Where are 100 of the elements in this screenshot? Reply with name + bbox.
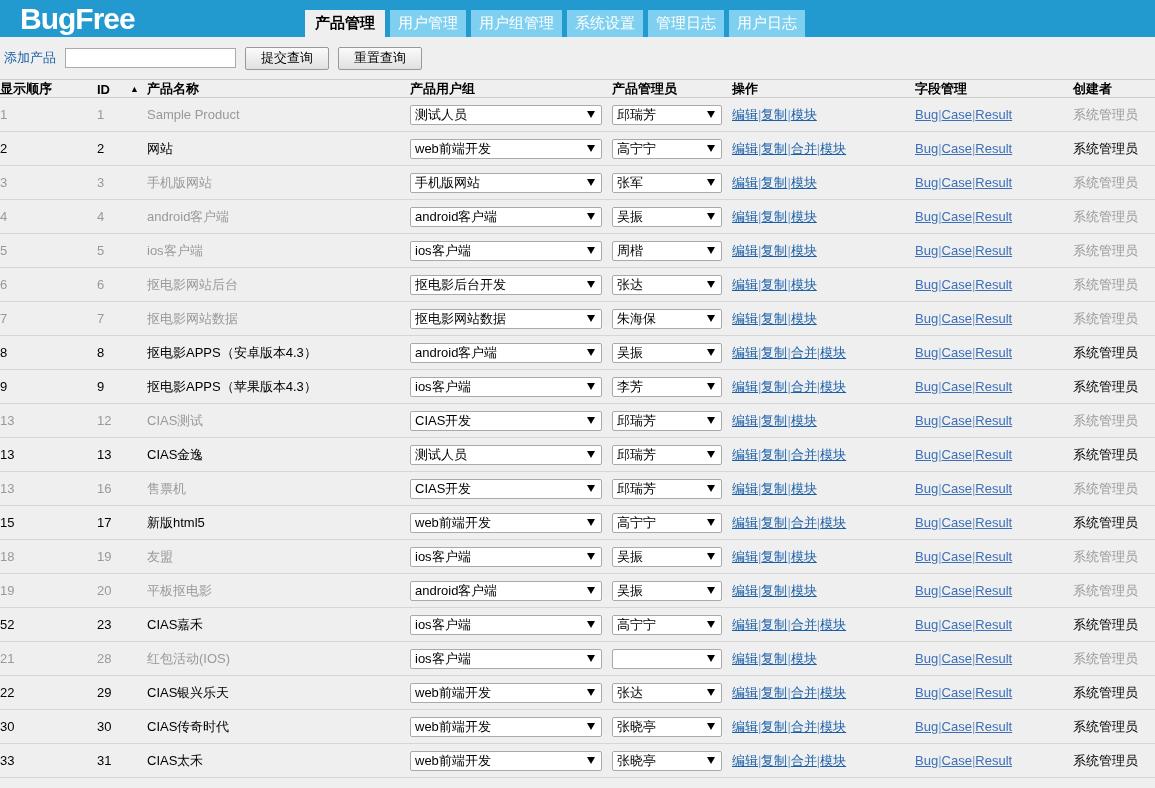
- action-link[interactable]: 复制: [761, 139, 788, 158]
- dropdown[interactable]: web前端开发: [410, 716, 602, 737]
- action-link[interactable]: 模块: [820, 683, 847, 702]
- table-cell-text: 52: [0, 617, 16, 632]
- table-cell-text: 系统管理员: [1073, 173, 1139, 192]
- separator: |: [787, 515, 791, 530]
- dropdown[interactable]: web前端开发: [410, 682, 602, 703]
- column-header[interactable]: 产品管理员: [612, 80, 732, 98]
- column-header[interactable]: 显示顺序: [0, 80, 97, 98]
- action-link[interactable]: 复制: [761, 377, 788, 396]
- query-button[interactable]: 提交查询: [245, 46, 329, 70]
- column-header[interactable]: 操作: [732, 80, 915, 98]
- dropdown[interactable]: 张达: [612, 682, 722, 703]
- dropdown[interactable]: ios客户端: [410, 376, 602, 397]
- action-link[interactable]: 模块: [820, 717, 847, 736]
- field-link[interactable]: Case: [941, 345, 972, 360]
- field-link[interactable]: Case: [941, 379, 972, 394]
- field-link[interactable]: Result: [975, 447, 1013, 462]
- table-cell-text: 4: [0, 209, 9, 224]
- column-header[interactable]: 产品用户组: [410, 80, 612, 98]
- action-link[interactable]: 模块: [820, 445, 847, 464]
- field-link[interactable]: Case: [941, 515, 972, 530]
- nav-tab[interactable]: 产品管理: [305, 10, 385, 37]
- field-link[interactable]: Result: [975, 719, 1013, 734]
- table-cell-text: 系统管理员: [1073, 649, 1139, 668]
- separator: |: [971, 175, 976, 190]
- field-link[interactable]: Result: [975, 379, 1013, 394]
- action-link[interactable]: 编辑: [732, 377, 758, 396]
- dropdown[interactable]: 吴振: [612, 342, 722, 363]
- dropdown[interactable]: 李芳: [612, 376, 722, 397]
- action-link[interactable]: 编辑: [732, 139, 758, 158]
- action-link[interactable]: 模块: [820, 377, 847, 396]
- dropdown[interactable]: 张晓亭: [612, 716, 722, 737]
- field-link[interactable]: Bug: [915, 345, 939, 360]
- field-link[interactable]: Bug: [915, 753, 939, 768]
- action-link[interactable]: 编辑: [732, 615, 758, 634]
- dropdown[interactable]: 测试人员: [410, 444, 602, 465]
- column-header[interactable]: 产品名称: [147, 80, 410, 98]
- field-link[interactable]: Case: [941, 617, 972, 632]
- dropdown[interactable]: 邱瑞芳: [612, 444, 722, 465]
- dropdown[interactable]: web前端开发: [410, 138, 602, 159]
- dropdown[interactable]: 高宁宁: [612, 138, 722, 159]
- table-cell-text: 33: [0, 753, 16, 768]
- action-link[interactable]: 复制: [761, 751, 788, 770]
- field-link[interactable]: Result: [975, 345, 1013, 360]
- field-link[interactable]: Bug: [915, 379, 939, 394]
- dropdown[interactable]: web前端开发: [410, 750, 602, 771]
- add-product-link[interactable]: 添加产品: [4, 49, 56, 67]
- action-link[interactable]: 模块: [820, 139, 847, 158]
- action-link[interactable]: 编辑: [732, 717, 758, 736]
- caret-icon: [707, 145, 715, 152]
- field-link[interactable]: Bug: [915, 447, 939, 462]
- field-link[interactable]: Bug: [915, 617, 939, 632]
- dropdown[interactable]: 高宁宁: [612, 614, 722, 635]
- column-header[interactable]: 字段管理: [915, 80, 1073, 98]
- field-link[interactable]: Bug: [915, 719, 939, 734]
- action-link[interactable]: 复制: [761, 513, 788, 532]
- dropdown[interactable]: android客户端: [410, 342, 602, 363]
- action-link[interactable]: 模块: [820, 513, 847, 532]
- action-link[interactable]: 复制: [761, 683, 788, 702]
- column-header[interactable]: 创建者: [1073, 80, 1155, 98]
- dropdown[interactable]: 高宁宁: [612, 512, 722, 533]
- field-link[interactable]: Case: [941, 719, 972, 734]
- action-link[interactable]: 复制: [761, 717, 788, 736]
- action-link[interactable]: 复制: [761, 343, 788, 362]
- action-link[interactable]: 模块: [820, 615, 847, 634]
- action-link[interactable]: 模块: [820, 343, 847, 362]
- action-link[interactable]: 编辑: [732, 683, 758, 702]
- field-link[interactable]: Bug: [915, 515, 939, 530]
- field-link[interactable]: Bug: [915, 141, 939, 156]
- search-field[interactable]: [65, 48, 236, 68]
- product-name: android客户端: [147, 207, 231, 226]
- dropdown[interactable]: ios客户端: [410, 614, 602, 635]
- field-link[interactable]: Result: [975, 141, 1013, 156]
- product-name: 抠电影网站数据: [147, 309, 239, 328]
- dropdown[interactable]: web前端开发: [410, 512, 602, 533]
- field-link[interactable]: Case: [941, 685, 972, 700]
- table-cell-text: 系统管理员: [1073, 411, 1139, 430]
- dropdown[interactable]: 张晓亭: [612, 750, 722, 771]
- table-cell-text: 系统管理员: [1073, 717, 1139, 736]
- action-link[interactable]: 编辑: [732, 445, 758, 464]
- table-cell-text: 系统管理员: [1073, 139, 1139, 158]
- caret-icon: [707, 451, 715, 458]
- field-link[interactable]: Result: [975, 753, 1013, 768]
- field-link[interactable]: Case: [941, 141, 972, 156]
- query-button[interactable]: 重置查询: [338, 46, 422, 70]
- field-link[interactable]: Result: [975, 685, 1013, 700]
- action-link[interactable]: 编辑: [732, 513, 758, 532]
- field-link[interactable]: Case: [941, 447, 972, 462]
- action-link[interactable]: 编辑: [732, 343, 758, 362]
- action-link[interactable]: 复制: [761, 445, 788, 464]
- field-link[interactable]: Case: [941, 753, 972, 768]
- action-link[interactable]: 模块: [820, 751, 847, 770]
- field-link[interactable]: Result: [975, 617, 1013, 632]
- action-link[interactable]: 复制: [761, 615, 788, 634]
- field-link[interactable]: Result: [975, 515, 1013, 530]
- product-name: CIAS金逸: [147, 445, 205, 464]
- action-link[interactable]: 编辑: [732, 751, 758, 770]
- field-link[interactable]: Bug: [915, 685, 939, 700]
- column-header[interactable]: ID: [97, 81, 110, 97]
